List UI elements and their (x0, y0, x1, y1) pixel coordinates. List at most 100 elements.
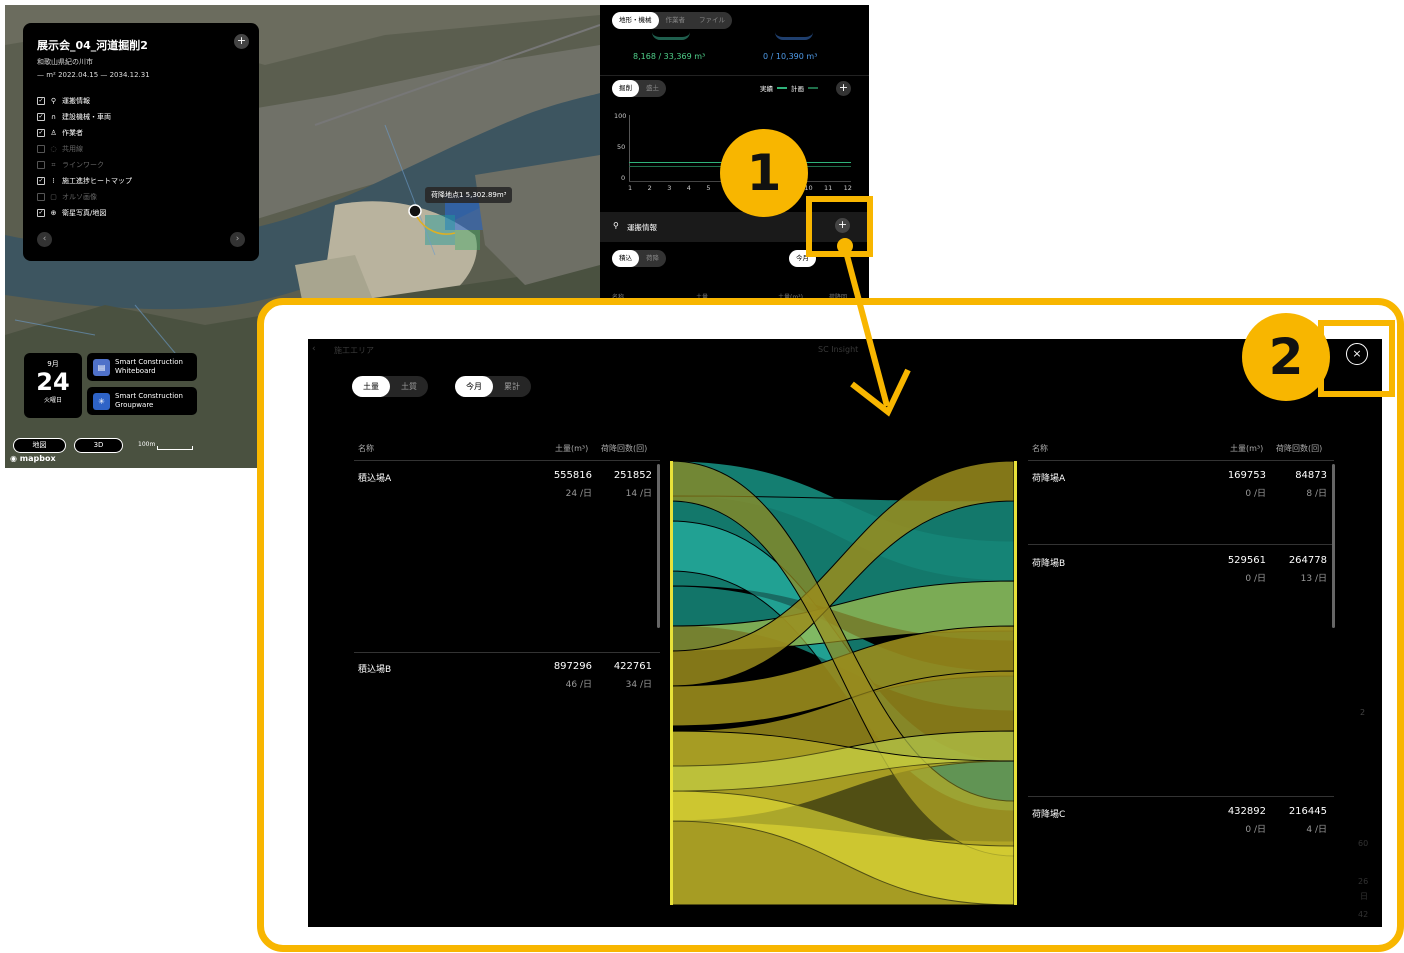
linework-icon: ⌗ (51, 160, 56, 169)
left-header-divider (354, 460, 660, 461)
x-tick: 11 (824, 184, 833, 192)
toggle-unload[interactable]: 荷降 (639, 250, 666, 267)
bg-title: 施工エリア (334, 346, 374, 355)
checkbox-icon[interactable]: ✓ (37, 177, 45, 185)
3d-mode-button[interactable]: 3D (74, 438, 123, 453)
line-icon: ◌ (50, 144, 57, 153)
right-header-divider (1028, 460, 1334, 461)
target-volume: 529561 (1227, 555, 1266, 566)
target-count-rate: 4 /日 (1306, 825, 1327, 835)
checkbox-icon[interactable]: ✓ (37, 209, 45, 217)
project-meta: — m² 2022.04.15 — 2034.12.31 (37, 71, 150, 79)
source-count-rate: 14 /日 (625, 489, 652, 499)
app-name-sub: Groupware (115, 401, 154, 409)
checkbox-icon[interactable]: ✓ (37, 97, 45, 105)
step-badge-1: 1 (720, 129, 808, 217)
toggle-soil[interactable]: 土質 (390, 376, 428, 397)
target-count: 216445 (1288, 806, 1327, 817)
left-scrollbar[interactable] (657, 464, 660, 628)
right-header-volume: 土量(m³) (1230, 444, 1264, 453)
layer-item[interactable]: ◌ 共用線 (37, 144, 83, 154)
target-name: 荷降場C (1032, 810, 1066, 820)
toggle-month[interactable]: 今月 (455, 376, 493, 397)
groupware-app-button[interactable]: ✳ Smart Construction Groupware (87, 387, 197, 415)
legend-plan: 計画 (791, 85, 804, 93)
back-icon[interactable]: ‹ (312, 344, 316, 354)
source-name: 積込場B (358, 665, 392, 675)
tab-workers[interactable]: 作業者 (659, 12, 693, 29)
toggle-fill[interactable]: 盛土 (639, 80, 666, 97)
scale-bar (157, 446, 193, 450)
target-count: 264778 (1288, 555, 1327, 566)
edge-text: 26 (1358, 877, 1369, 886)
panel-add-button[interactable]: + (234, 34, 249, 49)
whiteboard-icon: ▤ (93, 358, 110, 376)
checkbox-icon[interactable]: ✓ (37, 129, 45, 137)
y-tick: 50 (617, 143, 626, 151)
layer-item[interactable]: ✓ ⁞ 施工進捗ヒートマップ (37, 176, 132, 186)
row-divider (1028, 796, 1334, 797)
person-icon: ♙ (50, 128, 57, 137)
edge-text: 2 (1360, 708, 1366, 717)
layer-item[interactable]: ✓ ⚲ 運搬情報 (37, 96, 90, 106)
app-name: Smart Construction (115, 358, 183, 366)
checkbox-icon[interactable] (37, 145, 45, 153)
date-weekday: 火曜日 (43, 397, 62, 404)
layer-item[interactable]: ⌗ ラインワーク (37, 160, 104, 170)
source-volume: 555816 (553, 470, 592, 481)
pin-icon: ⚲ (50, 96, 57, 105)
source-volume-rate: 46 /日 (565, 680, 592, 690)
flow-modal: ‹ 施工エリア SC Insight 土量 土質 今月 累計 名称 土量(m³)… (308, 339, 1382, 927)
toggle-load[interactable]: 積込 (612, 250, 639, 267)
toggle-cumulative[interactable]: 累計 (493, 376, 531, 397)
left-header-name: 名称 (358, 444, 374, 453)
source-volume: 897296 (553, 661, 592, 672)
project-location: 和歌山県紀の川市 (37, 58, 93, 66)
right-scrollbar[interactable] (1332, 464, 1335, 628)
layer-item[interactable]: ✓ ⊕ 衛星写真/地図 (37, 208, 106, 218)
tab-files[interactable]: ファイル (692, 12, 732, 29)
next-button[interactable]: › (230, 232, 245, 247)
ortho-icon: ▢ (50, 192, 57, 201)
edge-text: 日 (1360, 892, 1368, 901)
layer-item[interactable]: ✓ ∩ 建設機械・車両 (37, 112, 111, 122)
x-tick: 4 (686, 184, 691, 192)
target-name: 荷降場A (1032, 474, 1066, 484)
map-tooltip: 荷降地点1 5,302.89m³ (425, 187, 513, 203)
edge-text: 60 (1358, 839, 1369, 848)
scale-label: 100m (138, 441, 156, 448)
chart-add-button[interactable]: + (836, 81, 851, 96)
fill-stat: 0 / 10,390 m³ (763, 52, 818, 61)
tab-terrain[interactable]: 地形・機械 (612, 12, 659, 29)
target-volume: 169753 (1227, 470, 1266, 481)
whiteboard-app-button[interactable]: ▤ Smart Construction Whiteboard (87, 353, 197, 381)
date-card: 9月 24 火曜日 (24, 353, 82, 418)
step-badge-2: 2 (1242, 313, 1330, 401)
layer-item[interactable]: ▢ オルソ画像 (37, 192, 97, 202)
target-count: 84873 (1295, 470, 1327, 481)
target-volume: 432892 (1227, 806, 1266, 817)
target-volume-rate: 0 /日 (1245, 825, 1266, 835)
source-bar (670, 461, 673, 905)
checkbox-icon[interactable] (37, 161, 45, 169)
left-header-volume: 土量(m³) (555, 444, 589, 453)
mapbox-logo: ◉ mapbox (10, 454, 56, 463)
layer-item[interactable]: ✓ ♙ 作業者 (37, 128, 83, 138)
chart-legend: 実績 計画 (760, 83, 818, 93)
toggle-volume[interactable]: 土量 (352, 376, 390, 397)
machine-icon: ∩ (50, 112, 57, 121)
toggle-excavate[interactable]: 掘削 (612, 80, 639, 97)
x-tick: 3 (667, 184, 672, 192)
heatmap-icon: ⁞ (52, 176, 55, 185)
source-count-rate: 34 /日 (625, 680, 652, 690)
right-header-name: 名称 (1032, 444, 1048, 453)
layer-label: 施工進捗ヒートマップ (62, 177, 132, 185)
groupware-icon: ✳ (93, 392, 110, 410)
map-mode-button[interactable]: 地図 (13, 438, 66, 453)
prev-button[interactable]: ‹ (37, 232, 52, 247)
range-toggle: 今月 累計 (455, 376, 531, 397)
gauge-left (652, 32, 690, 40)
legend-actual: 実績 (760, 85, 773, 93)
checkbox-icon[interactable]: ✓ (37, 113, 45, 121)
checkbox-icon[interactable] (37, 193, 45, 201)
